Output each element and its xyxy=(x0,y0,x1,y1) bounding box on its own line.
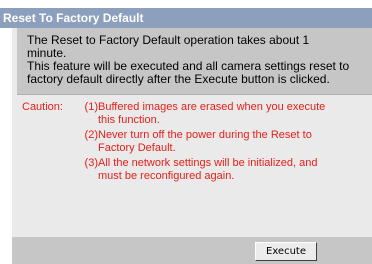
info-line: factory default directly after the Execu… xyxy=(27,72,330,86)
caution-text-line: All the network settings will be initial… xyxy=(98,157,318,169)
caution-number: (3) xyxy=(84,157,98,169)
caution-number: (2) xyxy=(84,129,98,141)
footer-bar: Execute xyxy=(12,237,372,264)
caution-text-line: Never turn off the power during the Rese… xyxy=(98,129,312,141)
info-line: The Reset to Factory Default operation t… xyxy=(27,33,310,47)
caution-text-line: this function. xyxy=(98,114,160,126)
caution-label: Caution: xyxy=(22,101,63,113)
caution-text: Never turn off the power during the Rese… xyxy=(98,129,368,155)
caution-text: Buffered images are erased when you exec… xyxy=(98,101,368,127)
reset-factory-default-panel: Reset To Factory Default The Reset to Fa… xyxy=(0,0,372,264)
caution-number: (1) xyxy=(84,101,98,113)
caution-text-line: must be reconfigured again. xyxy=(98,170,235,182)
execute-button[interactable]: Execute xyxy=(255,242,317,261)
page-title: Reset To Factory Default xyxy=(0,8,372,28)
content-area: The Reset to Factory Default operation t… xyxy=(12,28,372,237)
caution-text-line: Buffered images are erased when you exec… xyxy=(98,101,326,113)
caution-text-line: Factory Default. xyxy=(98,142,176,154)
caution-text: All the network settings will be initial… xyxy=(98,157,368,183)
info-box: The Reset to Factory Default operation t… xyxy=(17,28,372,95)
